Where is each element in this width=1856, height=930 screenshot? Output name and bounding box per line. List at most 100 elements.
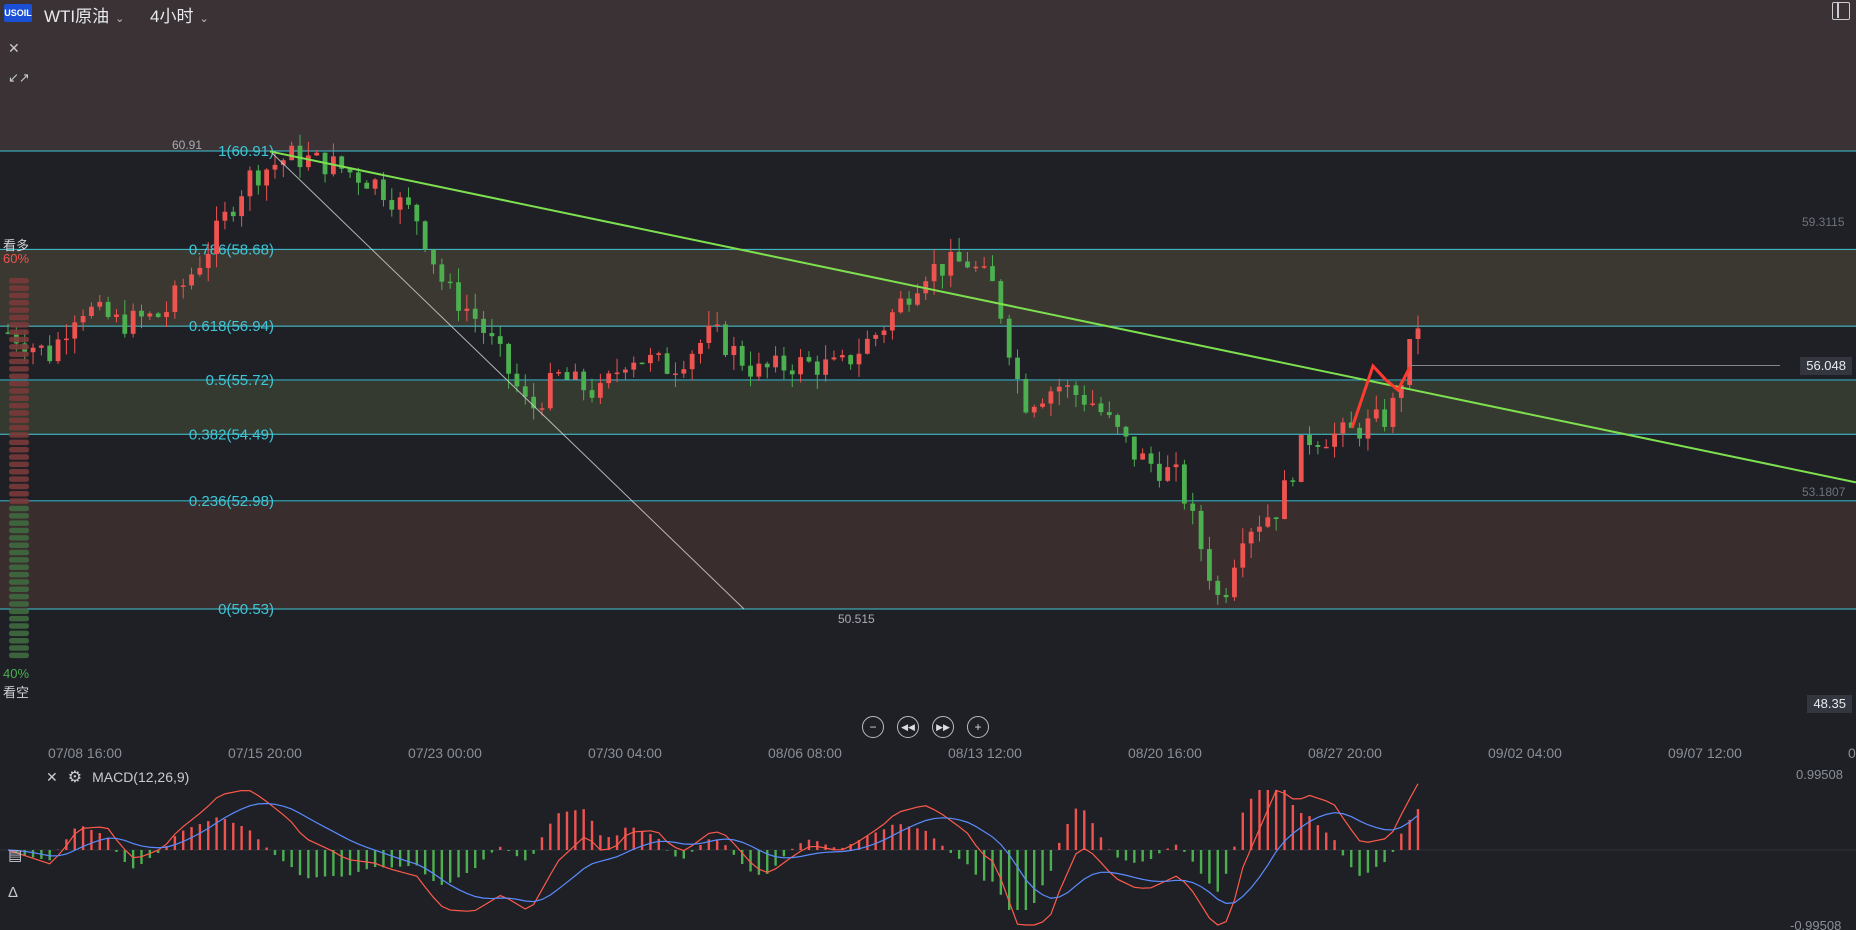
zoom-out-button[interactable]: − [862,716,884,738]
macd-bar [874,832,877,850]
macd-bar [1174,844,1178,850]
candle [381,172,386,207]
macd-bar [257,839,260,850]
candle [798,348,804,383]
bull-pct: 60% [3,251,30,266]
macd-bar [966,850,969,865]
current-price-tag: 56.048 [1800,357,1852,375]
macd-bar [1149,850,1153,860]
candle [639,362,645,365]
indicator-icon[interactable]: ▤ [8,846,22,864]
sentiment-segment [9,469,29,475]
macd-bar [590,820,594,850]
macd-bar [665,850,669,851]
macd-bar [1316,825,1320,850]
x-tick-9: 09/07 12:00 [1668,745,1742,761]
sentiment-segment [9,292,29,299]
macd-bar [223,819,227,850]
symbol-selector[interactable]: WTI原油 ⌄ [44,2,124,27]
jump-end-button[interactable]: ▶▶ [932,716,954,738]
chevron-down-icon: ⌄ [115,13,125,25]
sentiment-segment [9,615,29,622]
macd-label: MACD(12,26,9) [92,769,190,785]
fib-label-6: 0(50.53) [218,601,274,618]
timeframe-selector[interactable]: 4小时 ⌄ [150,2,209,27]
candle [739,340,745,371]
candle [572,363,578,381]
candle [280,158,286,178]
sentiment-segment [9,520,29,526]
zone-mid [0,381,1856,435]
macd-bar [774,850,777,866]
candle [397,192,403,225]
sentiment-segment [9,402,29,409]
fib-label-5: 0.236(52.98) [189,493,274,510]
macd-bar [1391,850,1395,852]
macd-bar [348,850,352,876]
macd-bar [624,827,627,850]
candle [1006,314,1012,366]
layout-icon[interactable] [1832,2,1850,20]
high-mark: 60.91 [172,138,202,152]
macd-bar [515,850,519,857]
zoom-out-icon: − [869,720,877,734]
close-icon[interactable]: ✕ [46,769,58,786]
candle [47,335,53,364]
chart-stage[interactable]: 1(60.91) 0.786(58.68) 0.618(56.94) 0.5(55.7… [0,0,1856,930]
macd-bar [941,845,944,850]
macd-bar [924,830,927,850]
price-chart[interactable]: 1(60.91) 0.786(58.68) 0.618(56.94) 0.5(55.7… [0,0,1856,930]
sentiment-segment [9,557,29,563]
sentiment-segment [9,410,29,416]
candle [656,351,662,362]
drawing-icon[interactable]: Δ [8,884,18,901]
macd-bar [474,850,477,869]
candle [1131,436,1137,467]
dif-line [7,802,1419,904]
macd-bar [465,850,469,874]
macd-bar [123,850,127,862]
macd-bar [106,837,110,850]
macd-bar [490,850,494,853]
candle [38,344,44,356]
sentiment-segment [9,542,29,548]
macd-bar [1341,850,1345,856]
macd-bar [715,839,719,850]
sentiment-segment [9,351,29,357]
macd-bar [340,850,343,877]
zone-top [0,0,1856,151]
x-tick-8: 09/02 04:00 [1488,745,1562,761]
gear-icon[interactable]: ⚙ [68,767,82,787]
candle [864,330,870,355]
candle [631,356,637,378]
x-tick-7: 08/27 20:00 [1308,745,1382,761]
candle [756,352,762,381]
macd-bar [1383,850,1386,863]
sentiment-segment [9,358,29,365]
candle [689,350,695,381]
macd-bar [198,824,202,850]
macd-bar [816,841,819,850]
macd-bar [98,833,101,850]
jump-start-button[interactable]: ◀◀ [897,716,919,738]
sentiment-segment [9,439,29,446]
sentiment-segment [9,373,29,379]
sentiment-segment [9,307,29,313]
macd-bar [1191,850,1194,862]
close-icon[interactable]: ✕ [8,40,20,57]
macd-bar [1099,837,1103,850]
x-tick-6: 08/20 16:00 [1128,745,1202,761]
macd-bar [599,835,602,850]
candle [1165,455,1171,483]
collapse-icon[interactable]: ↙↗ [8,70,30,86]
macd-bar [448,850,452,883]
candle [422,220,428,253]
macd-bar [699,844,702,850]
macd-bar [524,850,527,861]
fib-label-2: 0.618(56.94) [189,318,274,335]
fib-label-4: 0.382(54.49) [189,426,274,443]
x-tick-5: 08/13 12:00 [948,745,1022,761]
zoom-in-button[interactable]: + [967,716,989,738]
candle [264,168,270,201]
low-mark: 50.515 [838,612,875,626]
